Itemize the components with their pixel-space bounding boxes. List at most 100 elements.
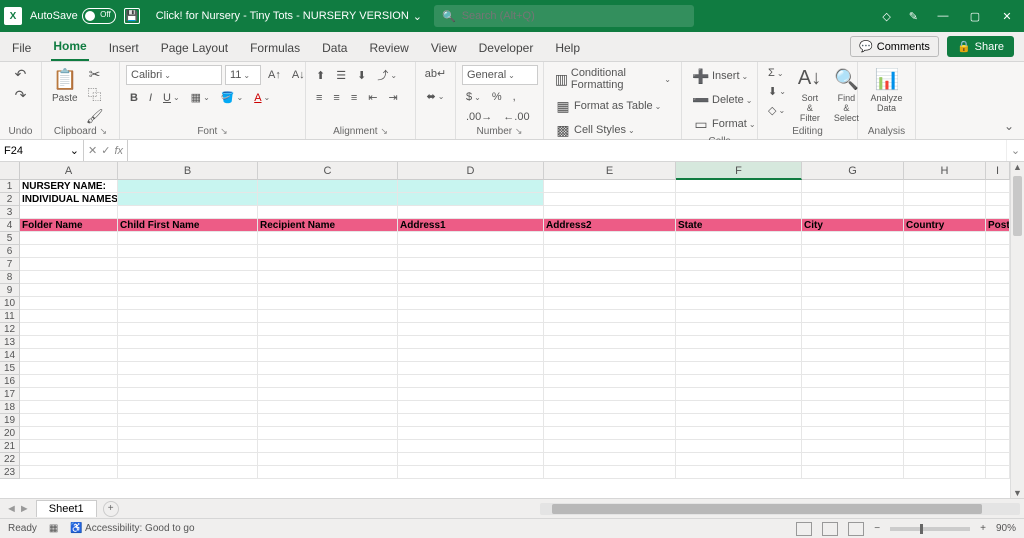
cell-D7[interactable] bbox=[398, 258, 544, 271]
cell-F3[interactable] bbox=[676, 206, 802, 219]
comma-icon[interactable]: , bbox=[509, 89, 520, 105]
macro-icon[interactable]: ▦ bbox=[49, 523, 58, 534]
currency-icon[interactable]: $⌄ bbox=[462, 89, 485, 105]
cell-G1[interactable] bbox=[802, 180, 904, 193]
zoom-out-button[interactable]: − bbox=[874, 523, 880, 534]
cell-E14[interactable] bbox=[544, 349, 676, 362]
cell-D14[interactable] bbox=[398, 349, 544, 362]
cell-E8[interactable] bbox=[544, 271, 676, 284]
cell-E9[interactable] bbox=[544, 284, 676, 297]
name-box[interactable]: F24 ⌄ bbox=[0, 140, 84, 161]
cell-A11[interactable] bbox=[20, 310, 118, 323]
row-header-18[interactable]: 18 bbox=[0, 401, 20, 414]
zoom-in-button[interactable]: + bbox=[980, 523, 986, 534]
merge-center-icon[interactable]: ⬌⌄ bbox=[423, 88, 449, 105]
cell-F12[interactable] bbox=[676, 323, 802, 336]
cell-A3[interactable] bbox=[20, 206, 118, 219]
tab-home[interactable]: Home bbox=[51, 33, 88, 61]
cell-H11[interactable] bbox=[904, 310, 986, 323]
cell-F23[interactable] bbox=[676, 466, 802, 479]
cell-F16[interactable] bbox=[676, 375, 802, 388]
workbook-title[interactable]: Click! for Nursery - Tiny Tots - NURSERY… bbox=[156, 10, 422, 23]
diamond-icon[interactable]: ◇ bbox=[882, 10, 890, 23]
cell-G5[interactable] bbox=[802, 232, 904, 245]
scroll-down-icon[interactable]: ▼ bbox=[1011, 488, 1024, 498]
save-icon[interactable]: 💾 bbox=[124, 8, 140, 24]
percent-icon[interactable]: % bbox=[488, 89, 506, 105]
cell-H13[interactable] bbox=[904, 336, 986, 349]
minimize-button[interactable]: — bbox=[936, 9, 950, 23]
cell-A16[interactable] bbox=[20, 375, 118, 388]
font-color-button[interactable]: A⌄ bbox=[250, 90, 274, 106]
cell-D13[interactable] bbox=[398, 336, 544, 349]
cell-D2[interactable] bbox=[398, 193, 544, 206]
cell-A7[interactable] bbox=[20, 258, 118, 271]
cell-C13[interactable] bbox=[258, 336, 398, 349]
column-header-I[interactable]: I bbox=[986, 162, 1010, 180]
indent-decrease-icon[interactable]: ⇤ bbox=[364, 89, 381, 106]
cell-B12[interactable] bbox=[118, 323, 258, 336]
cell-G2[interactable] bbox=[802, 193, 904, 206]
cell-C10[interactable] bbox=[258, 297, 398, 310]
cell-C17[interactable] bbox=[258, 388, 398, 401]
add-sheet-button[interactable]: + bbox=[103, 501, 119, 517]
cell-I8[interactable] bbox=[986, 271, 1010, 284]
cut-icon[interactable]: ✂ bbox=[86, 65, 104, 83]
cell-F11[interactable] bbox=[676, 310, 802, 323]
cell-D21[interactable] bbox=[398, 440, 544, 453]
cell-I7[interactable] bbox=[986, 258, 1010, 271]
cell-D3[interactable] bbox=[398, 206, 544, 219]
row-headers[interactable]: 1234567891011121314151617181920212223 bbox=[0, 180, 20, 479]
cell-F8[interactable] bbox=[676, 271, 802, 284]
cell-D8[interactable] bbox=[398, 271, 544, 284]
cell-D11[interactable] bbox=[398, 310, 544, 323]
cell-F6[interactable] bbox=[676, 245, 802, 258]
cell-I22[interactable] bbox=[986, 453, 1010, 466]
cell-D15[interactable] bbox=[398, 362, 544, 375]
tab-developer[interactable]: Developer bbox=[477, 35, 536, 61]
cell-D6[interactable] bbox=[398, 245, 544, 258]
zoom-level[interactable]: 90% bbox=[996, 523, 1016, 534]
cell-B6[interactable] bbox=[118, 245, 258, 258]
format-painter-icon[interactable]: 🖌 bbox=[86, 107, 104, 125]
cell-B10[interactable] bbox=[118, 297, 258, 310]
cell-G21[interactable] bbox=[802, 440, 904, 453]
cell-D19[interactable] bbox=[398, 414, 544, 427]
cell-D18[interactable] bbox=[398, 401, 544, 414]
format-cells-button[interactable]: ▭Format⌄ bbox=[688, 113, 760, 135]
cell-B11[interactable] bbox=[118, 310, 258, 323]
cell-C19[interactable] bbox=[258, 414, 398, 427]
cell-B1[interactable] bbox=[118, 180, 258, 193]
cell-H17[interactable] bbox=[904, 388, 986, 401]
sheet-nav-prev-icon[interactable]: ◄ bbox=[6, 503, 17, 515]
cell-F14[interactable] bbox=[676, 349, 802, 362]
italic-button[interactable]: I bbox=[145, 90, 156, 106]
collapse-ribbon-icon[interactable]: ⌄ bbox=[1000, 115, 1018, 137]
align-center-icon[interactable]: ≡ bbox=[329, 90, 343, 106]
analyze-data-button[interactable]: 📊 Analyze Data bbox=[864, 65, 909, 115]
cell-I23[interactable] bbox=[986, 466, 1010, 479]
cell-B5[interactable] bbox=[118, 232, 258, 245]
orientation-icon[interactable]: ⤴⌄ bbox=[373, 65, 401, 85]
undo-icon[interactable]: ↶ bbox=[12, 65, 30, 83]
cell-F4[interactable]: State bbox=[676, 219, 802, 232]
cell-E15[interactable] bbox=[544, 362, 676, 375]
row-header-4[interactable]: 4 bbox=[0, 219, 20, 232]
tab-review[interactable]: Review bbox=[367, 35, 410, 61]
row-header-11[interactable]: 11 bbox=[0, 310, 20, 323]
cell-C6[interactable] bbox=[258, 245, 398, 258]
row-header-23[interactable]: 23 bbox=[0, 466, 20, 479]
cell-G4[interactable]: City bbox=[802, 219, 904, 232]
cell-E5[interactable] bbox=[544, 232, 676, 245]
cell-H1[interactable] bbox=[904, 180, 986, 193]
row-header-2[interactable]: 2 bbox=[0, 193, 20, 206]
cell-E11[interactable] bbox=[544, 310, 676, 323]
cell-H18[interactable] bbox=[904, 401, 986, 414]
cell-F20[interactable] bbox=[676, 427, 802, 440]
cell-H2[interactable] bbox=[904, 193, 986, 206]
cell-B20[interactable] bbox=[118, 427, 258, 440]
cell-B22[interactable] bbox=[118, 453, 258, 466]
cell-H10[interactable] bbox=[904, 297, 986, 310]
cell-E22[interactable] bbox=[544, 453, 676, 466]
cell-C16[interactable] bbox=[258, 375, 398, 388]
